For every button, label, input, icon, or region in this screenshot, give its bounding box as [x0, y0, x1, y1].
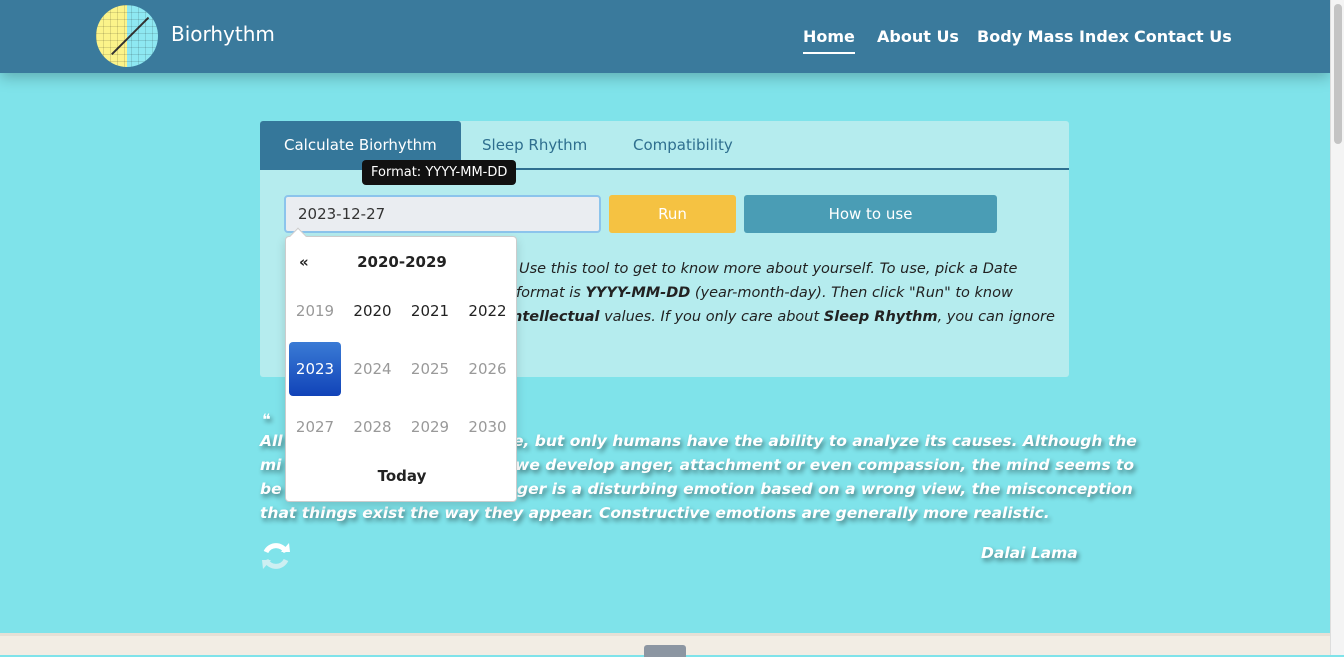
quote-text: that things exist the way they appear. C…	[260, 504, 1050, 522]
format-bold: YYYY-MM-DD	[585, 285, 691, 301]
quote-author: Dalai Lama	[981, 544, 1078, 562]
year-cell-2030[interactable]: 2030	[462, 400, 514, 454]
year-cell-2028[interactable]: 2028	[347, 400, 399, 454]
scrollbar-thumb[interactable]	[1334, 4, 1342, 144]
text: (year-month-day). Then click "Run" to kn…	[690, 285, 1013, 301]
quote-text: e, but only humans have the ability to a…	[513, 432, 1137, 450]
year-cell-2024[interactable]: 2024	[347, 342, 399, 396]
intellectual-bold: ntellectual	[512, 309, 600, 325]
scrollbar[interactable]	[1330, 0, 1344, 655]
year-cell-2021[interactable]: 2021	[404, 284, 456, 338]
calendar-icon[interactable]	[644, 645, 686, 657]
year-cell-2027[interactable]: 2027	[289, 400, 341, 454]
year-cell-2026[interactable]: 2026	[462, 342, 514, 396]
quote-text: ger is a disturbing emotion based on a w…	[517, 480, 1133, 498]
text: , you can ignore	[937, 309, 1055, 325]
nav-body-mass-index[interactable]: Body Mass Index	[977, 27, 1129, 46]
quote-text: All	[260, 432, 283, 450]
sleep-rhythm-bold: Sleep Rhythm	[823, 309, 938, 325]
quote-text: we develop anger, attachment or even com…	[515, 456, 1135, 474]
brand-name[interactable]: Biorhythm	[171, 22, 275, 46]
quote-mark-icon: ❝	[262, 410, 271, 429]
nav-home[interactable]: Home	[803, 27, 855, 54]
date-input[interactable]	[284, 195, 601, 233]
year-cell-2020[interactable]: 2020	[347, 284, 399, 338]
nav-about-us[interactable]: About Us	[877, 27, 959, 46]
run-button[interactable]: Run	[609, 195, 736, 233]
nav-contact-us[interactable]: Contact Us	[1134, 27, 1232, 46]
format-tooltip: Format: YYYY-MM-DD	[362, 160, 517, 185]
year-cell-2029[interactable]: 2029	[404, 400, 456, 454]
how-to-use-button[interactable]: How to use	[744, 195, 997, 233]
text: format is	[516, 285, 586, 301]
navbar: Biorhythm Home About Us Body Mass Index …	[0, 0, 1330, 73]
description-line: ntellectual values. If you only care abo…	[512, 309, 1055, 325]
logo-icon[interactable]	[96, 5, 158, 67]
quote-text: mi	[260, 456, 282, 474]
today-button[interactable]: Today	[286, 467, 518, 485]
year-cell-2022[interactable]: 2022	[462, 284, 514, 338]
year-datepicker: « 2020-2029 2019 2020 2021 2022 2023 2024 2025…	[285, 227, 518, 502]
refresh-icon[interactable]	[260, 540, 292, 572]
description-line: Use this tool to get to know more about …	[519, 261, 1018, 277]
year-cell-2023[interactable]: 2023	[289, 342, 341, 396]
year-cell-2019[interactable]: 2019	[289, 284, 341, 338]
quote-text: be	[260, 480, 282, 498]
tab-compatibility[interactable]: Compatibility	[633, 121, 733, 170]
description-line: format is YYYY-MM-DD (year-month-day). T…	[516, 285, 1013, 301]
year-cell-2025[interactable]: 2025	[404, 342, 456, 396]
text: values. If you only care about	[599, 309, 824, 325]
decade-range[interactable]: 2020-2029	[286, 253, 518, 271]
